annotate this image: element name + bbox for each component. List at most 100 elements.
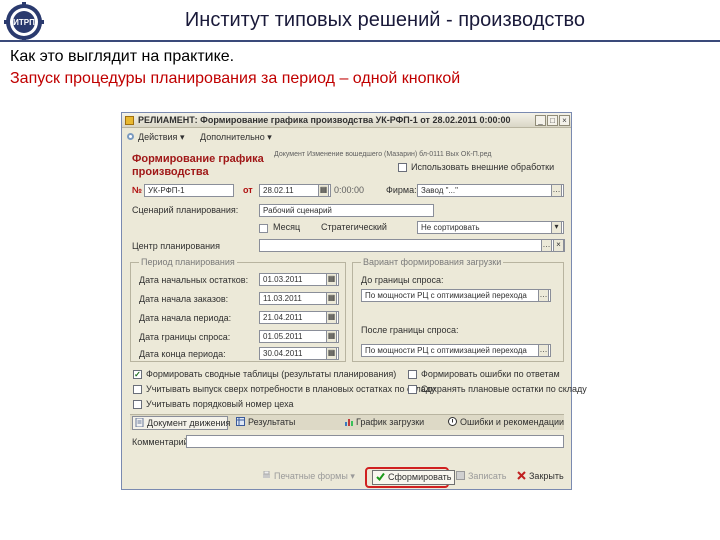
date-value: 28.02.11 [263,186,294,195]
close-icon [517,471,526,480]
period-group: Период планирования Дата начальных остат… [130,257,346,362]
after-demand-label: После границы спроса: [361,325,459,335]
more-label: Дополнительно [200,132,265,142]
period-date-field[interactable]: 01.05.2011 ▦ [259,330,339,343]
comment-field[interactable] [186,435,564,448]
actions-label: Действия [138,132,178,142]
period-date-field[interactable]: 21.04.2011 ▦ [259,311,339,324]
workshop-order-checkbox[interactable] [133,400,142,409]
period-date-field[interactable]: 01.03.2011 ▦ [259,273,339,286]
window-toolbar: Действия ▾ Дополнительно ▾ [122,129,571,145]
print-forms-button[interactable]: Печатные формы ▾ [260,470,355,485]
maximize-button[interactable]: □ [547,115,558,126]
printer-icon [263,471,270,478]
summary-tables-label: Формировать сводные таблицы (результаты … [146,369,397,379]
period-date-field[interactable]: 30.04.2011 ▦ [259,347,339,360]
calendar-icon[interactable]: ▦ [326,274,337,285]
slide-subtitle: Как это выглядит на практике. [10,48,235,65]
firm-label: Фирма: [386,185,417,195]
save-button[interactable]: Записать [454,470,506,485]
sort-value: Не сортировать [421,223,480,232]
svg-text:ИТРП: ИТРП [13,18,35,27]
floppy-icon [456,471,465,480]
center-label: Центр планирования [132,241,220,251]
calendar-icon[interactable]: ▦ [318,185,329,196]
tab-load-chart-label: График загрузки [356,417,425,427]
method-value: Стратегический [321,222,387,232]
scenario-field[interactable]: Рабочий сценарий [259,204,434,217]
close-form-button[interactable]: Закрыть [515,470,564,485]
more-menu[interactable]: Дополнительно ▾ [200,132,272,143]
calendar-icon[interactable]: ▦ [326,293,337,304]
run-button[interactable]: Сформировать [372,470,456,485]
calendar-icon[interactable]: ▦ [326,331,337,342]
tab-errors[interactable]: Ошибки и рекомендации [446,416,565,430]
period-row-label: Дата начала заказов: [139,294,229,304]
ellipsis-icon[interactable]: … [541,240,552,251]
period-date-value: 21.04.2011 [263,313,303,322]
header-info: Документ Изменение вошедшего (Мазарин) б… [274,151,492,158]
external-processing-label: Использовать внешние обработки [411,162,555,172]
ellipsis-icon[interactable]: … [538,290,549,301]
tab-results[interactable]: Результаты [234,416,334,430]
run-label: Сформировать [388,472,452,482]
center-field[interactable]: … × [259,239,565,252]
scenario-label: Сценарий планирования: [132,205,239,215]
close-form-label: Закрыть [529,471,564,481]
save-label: Записать [468,471,507,481]
number-field[interactable]: УК-РФП-1 [144,184,234,197]
app-window: РЕЛИАМЕНТ: Формирование графика производ… [121,112,587,490]
tab-document-label: Документ движения [147,418,231,428]
doc-icon [135,418,144,427]
before-demand-label: До границы спроса: [361,275,444,285]
errors-label: Формировать ошибки по ответам [421,369,560,379]
tab-errors-label: Ошибки и рекомендации [460,417,565,427]
external-processing-checkbox[interactable] [398,163,407,172]
result-tabs: Документ движения Результаты График загр… [130,414,564,430]
clear-icon[interactable]: × [553,240,564,251]
slide-caption: Запуск процедуры планирования за период … [10,70,461,87]
ellipsis-icon[interactable]: … [551,185,562,196]
print-forms-label: Печатные формы [274,471,348,481]
variant-group: Вариант формирования загрузки До границы… [352,257,564,362]
period-date-value: 30.04.2011 [263,349,303,358]
actions-menu[interactable]: Действия ▾ [126,132,184,143]
period-row-label: Дата границы спроса: [139,332,231,342]
save-stock-label: Сохранять плановые остатки по складу [421,384,587,394]
tab-load-chart[interactable]: График загрузки [342,416,438,430]
bottom-bar: Печатные формы ▾ Сформировать Записать З… [122,465,571,489]
number-label: № [132,185,143,195]
period-date-field[interactable]: 11.03.2011 ▦ [259,292,339,305]
ellipsis-icon[interactable]: … [538,345,549,356]
window-title: РЕЛИАМЕНТ: Формирование графика производ… [138,115,511,125]
errors-checkbox[interactable] [408,370,417,379]
date-label: от [243,185,253,195]
before-demand-field[interactable]: По мощности РЦ с оптимизацией перехода … [361,289,551,302]
tab-document[interactable]: Документ движения [132,416,231,430]
period-date-value: 01.05.2011 [263,332,303,341]
sort-field[interactable]: Не сортировать ▾ [417,221,564,234]
close-button[interactable]: × [559,115,570,126]
slide-header: ИТРП Институт типовых решений - производ… [0,0,720,44]
period-row-label: Дата конца периода: [139,349,226,359]
period-date-value: 11.03.2011 [263,294,302,303]
date-field[interactable]: 28.02.11 ▦ [259,184,331,197]
document-icon [125,116,134,125]
save-stock-checkbox[interactable] [408,385,417,394]
comment-label: Комментарий [132,437,189,447]
tab-results-label: Результаты [248,417,296,427]
minimize-button[interactable]: _ [535,115,546,126]
after-demand-field[interactable]: По мощности РЦ с оптимизацией перехода … [361,344,551,357]
calendar-icon[interactable]: ▦ [326,348,337,359]
firm-value: Завод "..." [421,186,458,195]
before-demand-value: По мощности РЦ с оптимизацией перехода [365,291,527,300]
chevron-down-icon[interactable]: ▾ [551,222,562,233]
month-checkbox[interactable] [259,224,268,233]
summary-tables-checkbox[interactable]: ✓ [133,370,142,379]
method-label: Месяц [273,222,301,232]
firm-field[interactable]: Завод "..." … [417,184,564,197]
window-titlebar: РЕЛИАМЕНТ: Формирование графика производ… [122,113,571,128]
overproduction-checkbox[interactable] [133,385,142,394]
gear-icon [127,133,134,140]
calendar-icon[interactable]: ▦ [326,312,337,323]
